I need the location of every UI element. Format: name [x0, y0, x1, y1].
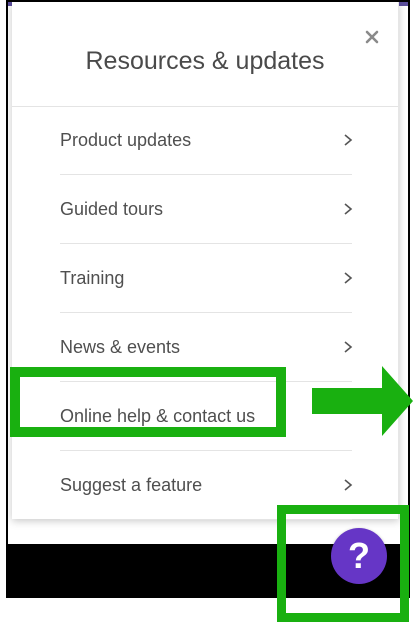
panel-title: Resources & updates: [85, 47, 325, 75]
menu-item-suggest-feature[interactable]: Suggest a feature: [60, 451, 353, 520]
menu-item-label: Training: [60, 267, 125, 288]
menu-item-online-help[interactable]: Online help & contact us: [60, 382, 352, 451]
resources-panel: Resources & updates Product updates Guid…: [12, 2, 399, 520]
menu-item-product-updates[interactable]: Product updates: [60, 106, 353, 175]
resources-menu: Product updates Guided tours Training Ne…: [60, 106, 353, 520]
close-icon: [365, 30, 379, 44]
menu-item-label: Suggest a feature: [60, 474, 203, 495]
help-button[interactable]: ?: [331, 528, 387, 584]
menu-item-label: Online help & contact us: [60, 405, 256, 426]
close-button[interactable]: [362, 28, 382, 48]
menu-item-label: Product updates: [60, 129, 192, 150]
app-window: Resources & updates Product updates Guid…: [6, 0, 410, 598]
help-question-icon: ?: [348, 535, 370, 576]
chevron-right-icon: [344, 479, 353, 491]
screenshot-stage: Resources & updates Product updates Guid…: [0, 0, 413, 624]
panel-header: Resources & updates: [12, 2, 398, 107]
chevron-right-icon: [344, 272, 353, 284]
menu-item-guided-tours[interactable]: Guided tours: [60, 175, 353, 244]
chevron-right-icon: [344, 203, 353, 215]
chevron-right-icon: [344, 341, 353, 353]
chevron-right-icon: [344, 134, 353, 146]
menu-item-label: News & events: [60, 336, 181, 357]
menu-item-news-events[interactable]: News & events: [60, 313, 353, 382]
menu-item-training[interactable]: Training: [60, 244, 353, 313]
menu-item-label: Guided tours: [60, 198, 164, 219]
